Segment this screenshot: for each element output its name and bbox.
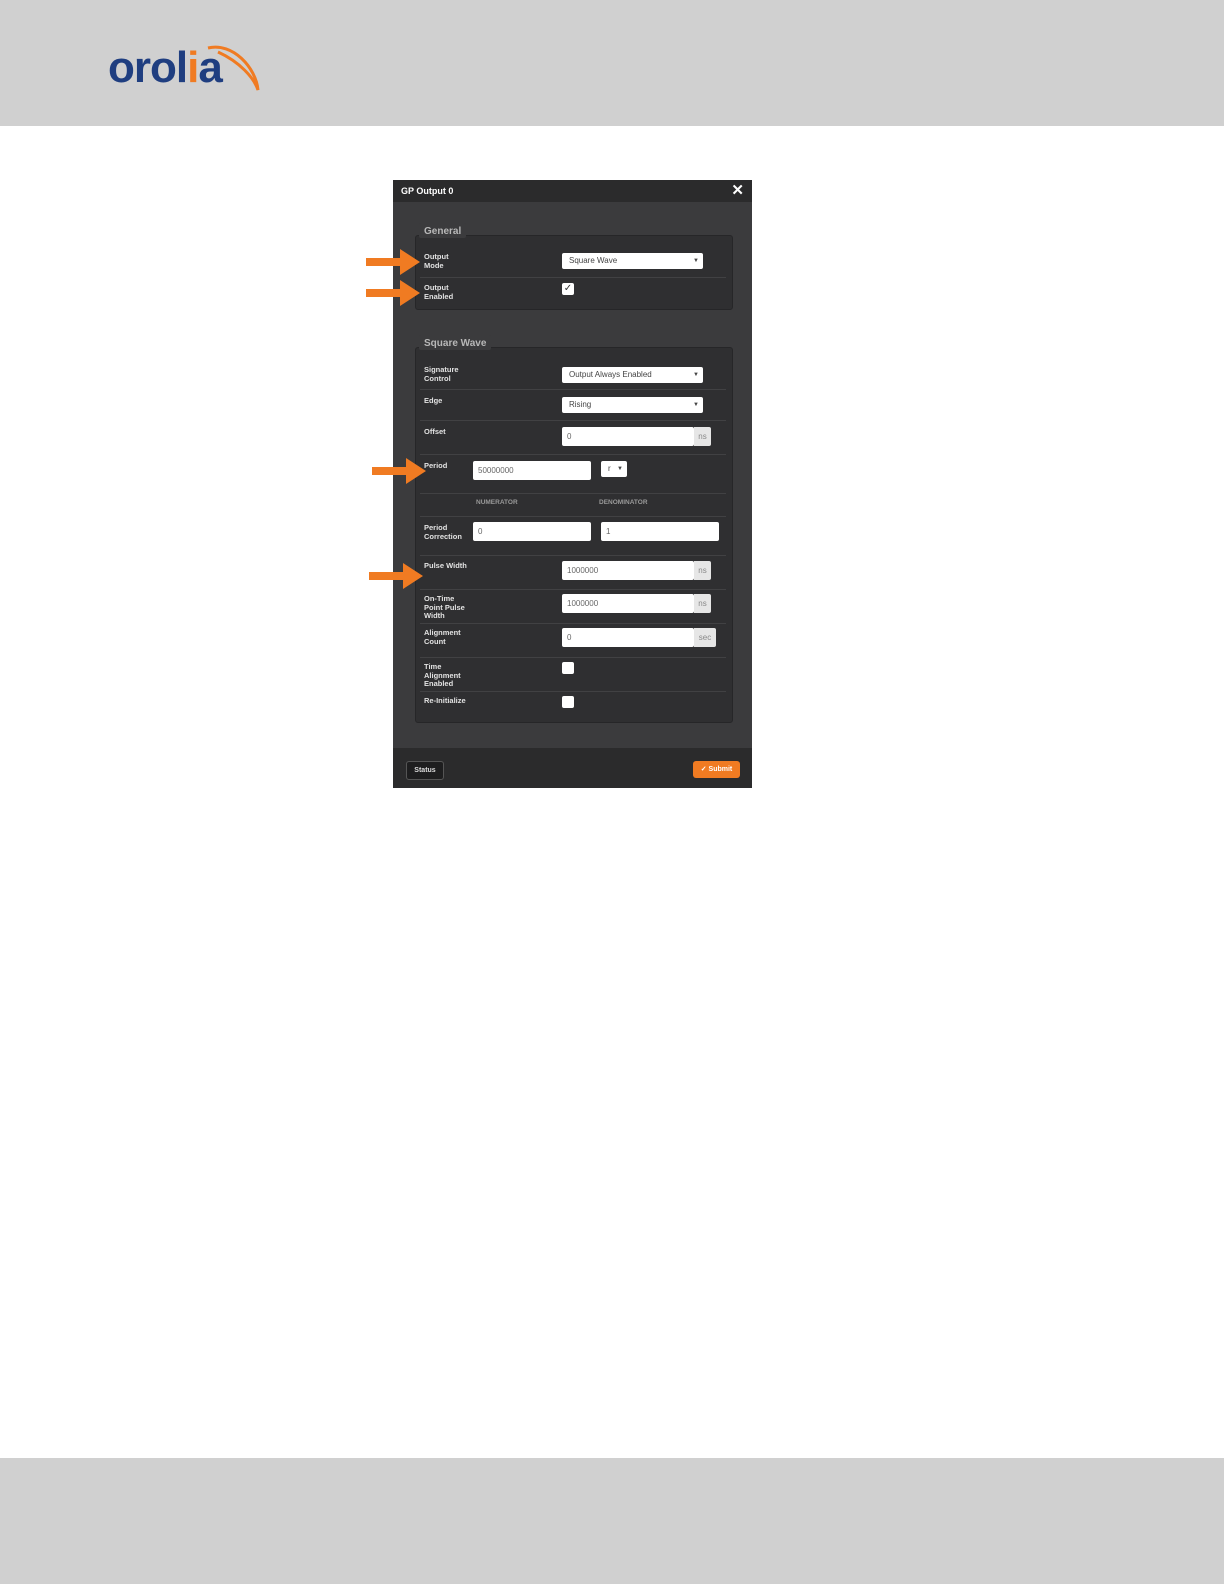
pulse-width-label: Pulse Width <box>424 561 467 570</box>
pulse-width-input[interactable]: 1000000 <box>562 561 694 580</box>
re-initialize-label: Re-Initialize <box>424 696 466 705</box>
offset-input[interactable]: 0 <box>562 427 694 446</box>
numerator-header: NUMERATOR <box>476 499 518 506</box>
offset-label: Offset <box>424 427 446 436</box>
callout-arrow-icon <box>366 249 420 275</box>
offset-row: Offset 0 ns <box>420 421 726 455</box>
signature-control-select[interactable]: Output Always Enabled ▼ <box>562 367 703 383</box>
output-mode-row: Output Mode Square Wave ▼ <box>420 247 726 278</box>
page-header: orolia <box>0 0 1224 126</box>
period-input[interactable]: 50000000 <box>473 461 591 480</box>
dialog-title: GP Output 0 <box>401 186 454 196</box>
output-enabled-label: Output Enabled <box>424 283 454 301</box>
output-enabled-checkbox[interactable]: ✓ <box>562 283 574 295</box>
denominator-input[interactable]: 1 <box>601 522 719 541</box>
signature-control-label: Signature Control <box>424 365 459 383</box>
alignment-count-input[interactable]: 0 <box>562 628 694 647</box>
on-time-pulse-width-unit: ns <box>694 594 711 613</box>
gp-output-dialog: GP Output 0 ✕ General Output Mode Square… <box>393 180 752 788</box>
square-wave-legend: Square Wave <box>419 335 492 350</box>
on-time-pulse-width-input[interactable]: 1000000 <box>562 594 694 613</box>
dialog-titlebar: GP Output 0 ✕ <box>393 180 752 202</box>
edge-row: Edge Rising ▼ <box>420 390 726 421</box>
dropdown-caret-icon: ▼ <box>693 258 699 264</box>
signature-control-row: Signature Control Output Always Enabled … <box>420 359 726 390</box>
numerator-input[interactable]: 0 <box>473 522 591 541</box>
period-unit-select[interactable]: r ▼ <box>601 461 627 477</box>
dropdown-caret-icon: ▼ <box>617 466 623 472</box>
correction-header-row: NUMERATOR DENOMINATOR <box>420 494 726 517</box>
alignment-count-label: Alignment Count <box>424 628 461 646</box>
period-correction-row: Period Correction 0 1 <box>420 517 726 556</box>
callout-arrow-icon <box>369 563 423 589</box>
alignment-count-unit: sec <box>694 628 716 647</box>
callout-arrow-icon <box>366 280 420 306</box>
on-time-pulse-width-row: On-Time Point Pulse Width 1000000 ns <box>420 590 726 624</box>
pulse-width-row: Pulse Width 1000000 ns <box>420 556 726 590</box>
callout-arrow-icon <box>372 458 426 484</box>
dropdown-caret-icon: ▼ <box>693 402 699 408</box>
dropdown-caret-icon: ▼ <box>693 372 699 378</box>
close-icon[interactable]: ✕ <box>731 181 744 201</box>
output-mode-label: Output Mode <box>424 252 449 270</box>
period-row: Period 50000000 r ▼ <box>420 455 726 494</box>
offset-unit: ns <box>694 427 711 446</box>
denominator-header: DENOMINATOR <box>599 499 648 506</box>
general-panel: General Output Mode Square Wave ▼ Output… <box>415 223 733 310</box>
output-mode-select[interactable]: Square Wave ▼ <box>562 253 703 269</box>
square-wave-panel: Square Wave Signature Control Output Alw… <box>415 335 733 723</box>
time-alignment-enabled-checkbox[interactable] <box>562 662 574 674</box>
re-initialize-row: Re-Initialize <box>420 692 726 718</box>
edge-select[interactable]: Rising ▼ <box>562 397 703 413</box>
pulse-width-unit: ns <box>694 561 711 580</box>
orolia-logo: orolia <box>108 38 268 98</box>
logo-swoosh-icon <box>207 45 260 91</box>
time-alignment-enabled-label: Time Alignment Enabled <box>424 662 461 688</box>
period-label: Period <box>424 461 448 470</box>
page-footer <box>0 1458 1224 1584</box>
alignment-count-row: Alignment Count 0 sec <box>420 624 726 658</box>
status-button[interactable]: Status <box>406 761 444 780</box>
on-time-pulse-width-label: On-Time Point Pulse Width <box>424 594 465 620</box>
dialog-footer: Status ✓ Submit <box>393 748 752 788</box>
re-initialize-checkbox[interactable] <box>562 696 574 708</box>
general-legend: General <box>419 223 467 238</box>
submit-button[interactable]: ✓ Submit <box>693 761 740 778</box>
time-alignment-enabled-row: Time Alignment Enabled <box>420 658 726 692</box>
edge-label: Edge <box>424 396 443 405</box>
period-correction-label: Period Correction <box>424 523 462 541</box>
output-enabled-row: Output Enabled ✓ <box>420 278 726 306</box>
